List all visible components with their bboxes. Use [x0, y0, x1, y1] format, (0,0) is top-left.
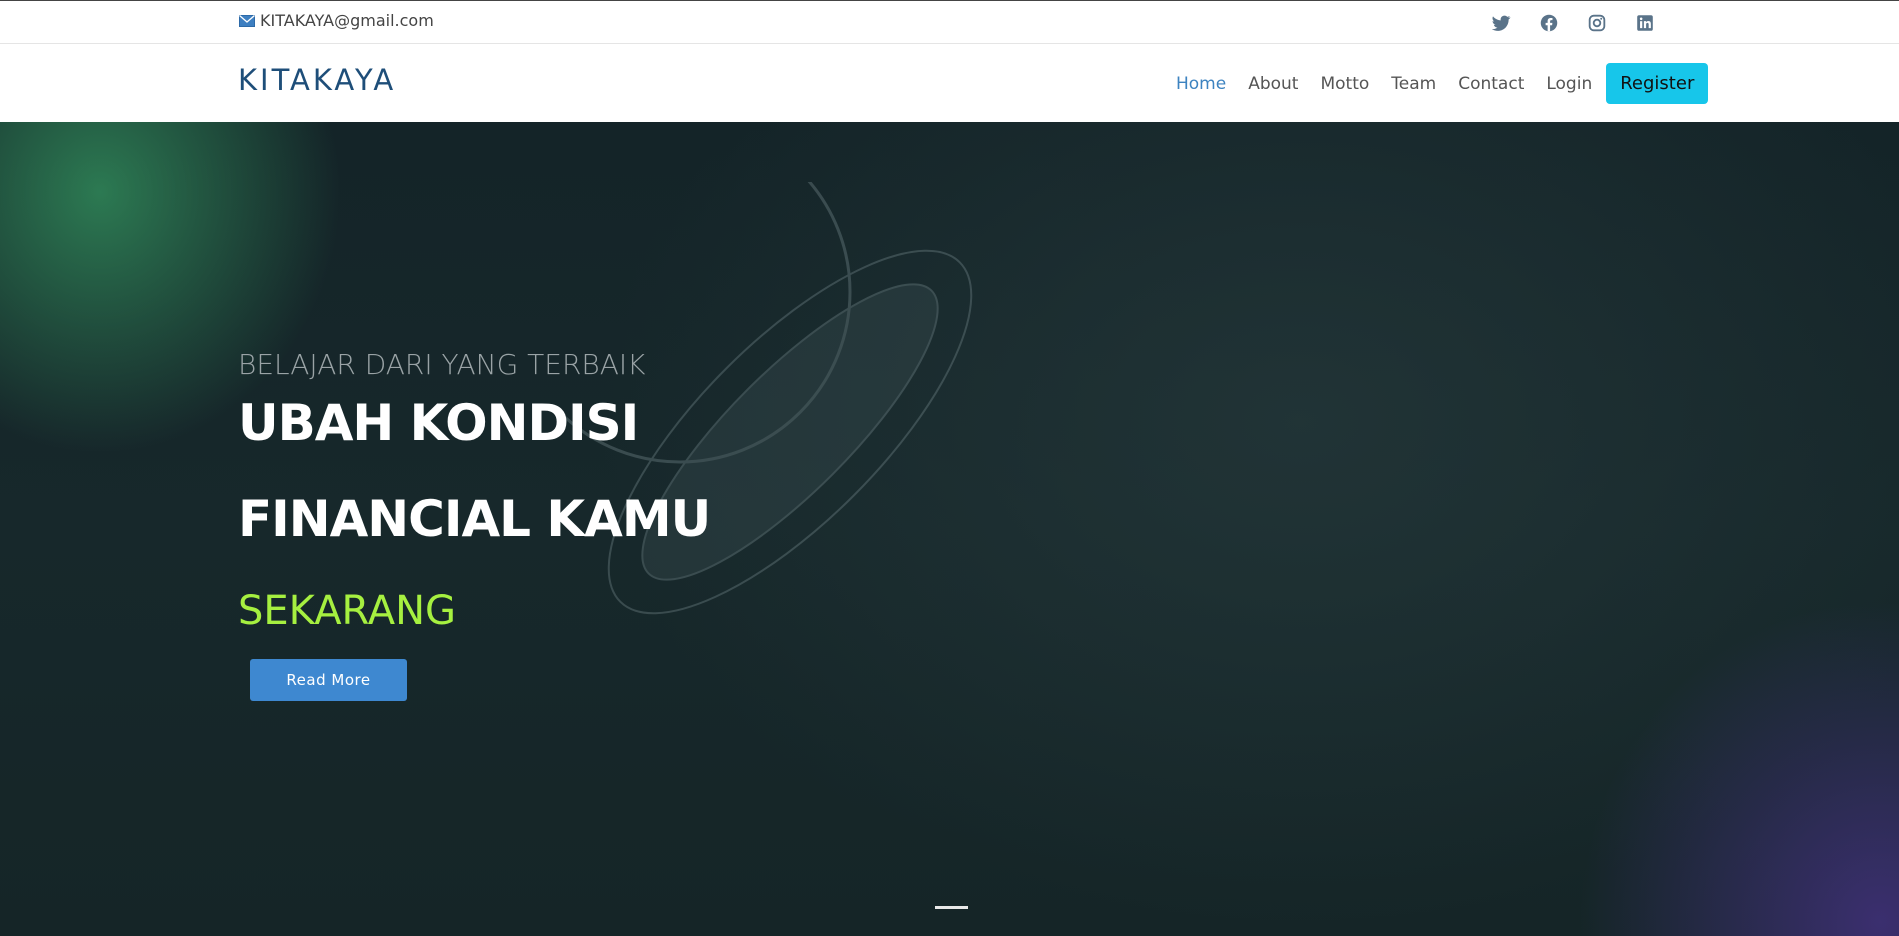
register-button[interactable]: Register: [1606, 63, 1709, 104]
hero-eyebrow: BELAJAR DARI YANG TERBAIK: [238, 348, 646, 381]
linkedin-icon[interactable]: [1634, 12, 1656, 34]
main-navbar: KITAKAYA Home About Motto Team Contact L…: [0, 44, 1899, 122]
hero-highlight: SEKARANG: [238, 588, 457, 634]
nav-login[interactable]: Login: [1546, 64, 1592, 104]
nav-menu: Home About Motto Team Contact Login Regi…: [1176, 63, 1730, 104]
nav-home[interactable]: Home: [1176, 64, 1226, 104]
top-bar: KITAKAYA@gmail.com: [0, 0, 1899, 44]
carousel-indicator[interactable]: [935, 906, 968, 909]
contact-email[interactable]: KITAKAYA@gmail.com: [239, 11, 434, 30]
nav-team[interactable]: Team: [1391, 64, 1436, 104]
site-logo[interactable]: KITAKAYA: [238, 63, 396, 97]
twitter-icon[interactable]: [1490, 12, 1512, 34]
email-text: KITAKAYA@gmail.com: [260, 11, 434, 30]
nav-contact[interactable]: Contact: [1458, 64, 1524, 104]
hero-headline-line1: UBAH KONDISI: [238, 394, 639, 452]
read-more-button[interactable]: Read More: [250, 659, 407, 701]
hero-section: BELAJAR DARI YANG TERBAIK UBAH KONDISI F…: [0, 122, 1899, 936]
facebook-icon[interactable]: [1538, 12, 1560, 34]
envelope-icon: [239, 14, 255, 27]
instagram-icon[interactable]: [1586, 12, 1608, 34]
hero-headline-line2: FINANCIAL KAMU: [238, 490, 711, 548]
nav-motto[interactable]: Motto: [1320, 64, 1369, 104]
social-links: [1490, 12, 1656, 34]
nav-about[interactable]: About: [1248, 64, 1298, 104]
